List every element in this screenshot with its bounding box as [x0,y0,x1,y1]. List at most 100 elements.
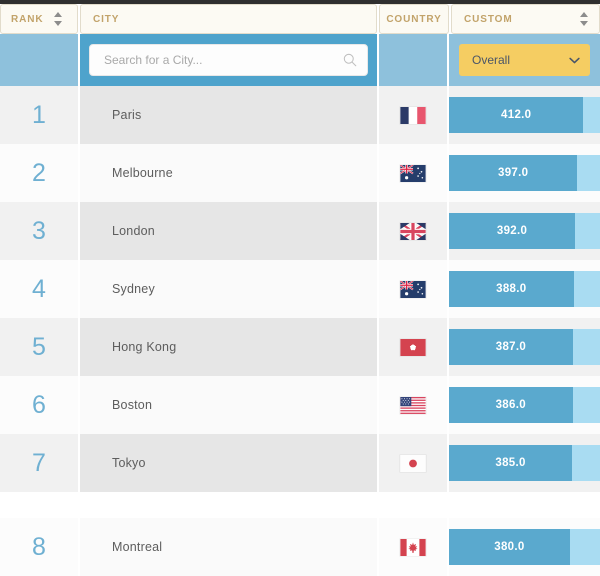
cell-custom-value: 386.0 [449,376,600,434]
value-label: 388.0 [496,283,527,295]
city-name: Montreal [112,540,163,554]
value-bar: 397.0 [449,155,600,191]
cell-country [379,318,447,376]
value-bar: 380.0 [449,529,600,565]
cell-country [379,144,447,202]
value-bar-fill: 392.0 [449,213,576,249]
filter-band-rank [0,34,78,86]
cell-custom-value: 397.0 [449,144,600,202]
table-row[interactable]: 8 Montreal 380.0 [0,518,600,576]
city-name: London [112,224,155,238]
value-label: 392.0 [496,225,528,237]
flag-australia-icon [400,165,426,182]
city-name: Tokyo [112,456,146,470]
cell-city: London [80,202,377,260]
custom-filter-selected-value: Overall [472,53,511,67]
cell-country [379,202,447,260]
table-row[interactable]: 7 Tokyo 385.0 [0,434,600,492]
value-bar-fill: 412.0 [449,97,584,133]
flag-canada-icon [400,539,426,556]
chevron-down-icon [569,57,580,63]
custom-filter-dropdown[interactable]: Overall [459,44,590,76]
search-icon [343,53,357,67]
search-box[interactable] [89,44,368,76]
city-ranking-table: RANK CITY COUNTRY CUSTOM Search for a Ci… [0,0,600,576]
flag-france-icon [400,107,426,124]
cell-custom-value: 380.0 [449,518,600,576]
value-bar: 387.0 [449,329,600,365]
column-header-country[interactable]: COUNTRY [379,4,449,34]
value-label: 397.0 [498,167,529,179]
table-row[interactable]: 4 Sydney 388.0 [0,260,600,318]
city-name: Paris [112,108,142,122]
flag-united-kingdom-icon [400,223,426,240]
value-label: 386.0 [495,399,526,411]
value-bar: 386.0 [449,387,600,423]
cell-rank: 4 [0,260,78,318]
cell-rank: 3 [0,202,78,260]
cell-rank: 7 [0,434,78,492]
rank-value: 6 [32,390,46,419]
flag-australia-icon [400,281,426,298]
table-row[interactable]: 3 London 392.0 [0,202,600,260]
value-bar: 392.0 [449,213,600,249]
cell-country [379,86,447,144]
cell-city: Sydney [80,260,377,318]
cell-city: Montreal [80,518,377,576]
cell-rank: 8 [0,518,78,576]
cell-custom-value: 385.0 [449,434,600,492]
cell-custom-value: 387.0 [449,318,600,376]
search-input[interactable] [104,53,343,67]
column-header-custom-label: CUSTOM [464,13,513,25]
cell-rank: 5 [0,318,78,376]
cell-rank: 1 [0,86,78,144]
rank-value: 7 [32,448,46,477]
column-header-country-label: COUNTRY [386,13,442,25]
table-row[interactable]: 5 Hong Kong 387.0 [0,318,600,376]
cell-city: Boston [80,376,377,434]
value-bar-fill: 397.0 [449,155,578,191]
table-row[interactable]: 2 Melbourne 397.0 [0,144,600,202]
cell-city: Paris [80,86,377,144]
table-row[interactable]: 6 Boston 386.0 [0,376,600,434]
cell-country [379,434,447,492]
flag-japan-icon [400,455,426,472]
table-row[interactable]: 1 Paris 412.0 [0,86,600,144]
cell-city: Tokyo [80,434,377,492]
flag-united-states-icon [400,397,426,414]
cell-custom-value: 392.0 [449,202,600,260]
value-label: 387.0 [495,341,527,353]
city-name: Melbourne [112,166,173,180]
value-bar: 388.0 [449,271,600,307]
sort-icon-rank[interactable] [54,12,63,26]
cell-country [379,260,447,318]
cell-custom-value: 388.0 [449,260,600,318]
value-bar: 385.0 [449,445,600,481]
value-bar: 412.0 [449,97,600,133]
value-bar-fill: 385.0 [449,445,573,481]
rank-value: 2 [32,158,46,187]
column-header-custom[interactable]: CUSTOM [451,4,600,34]
cell-custom-value: 412.0 [449,86,600,144]
city-name: Boston [112,398,153,412]
flag-hong-kong-icon [400,339,426,356]
rank-value: 5 [32,332,46,361]
sort-icon-custom[interactable] [580,12,589,26]
cell-country [379,376,447,434]
value-bar-fill: 388.0 [449,271,574,307]
table-header: RANK CITY COUNTRY CUSTOM [0,4,600,34]
rank-value: 3 [32,216,46,245]
column-header-city[interactable]: CITY [80,4,377,34]
value-bar-fill: 380.0 [449,529,570,565]
value-bar-fill: 386.0 [449,387,573,423]
value-label: 380.0 [494,541,525,553]
column-header-rank[interactable]: RANK [0,4,78,34]
city-name: Hong Kong [112,340,177,354]
cell-rank: 2 [0,144,78,202]
rank-value: 4 [32,274,46,303]
cell-city: Hong Kong [80,318,377,376]
table-body: 1 Paris 412.0 2 Melbourne 397.0 3 London 392.0 4 S… [0,86,600,576]
cell-city: Melbourne [80,144,377,202]
filter-band-country [379,34,447,86]
column-header-city-label: CITY [93,13,120,25]
